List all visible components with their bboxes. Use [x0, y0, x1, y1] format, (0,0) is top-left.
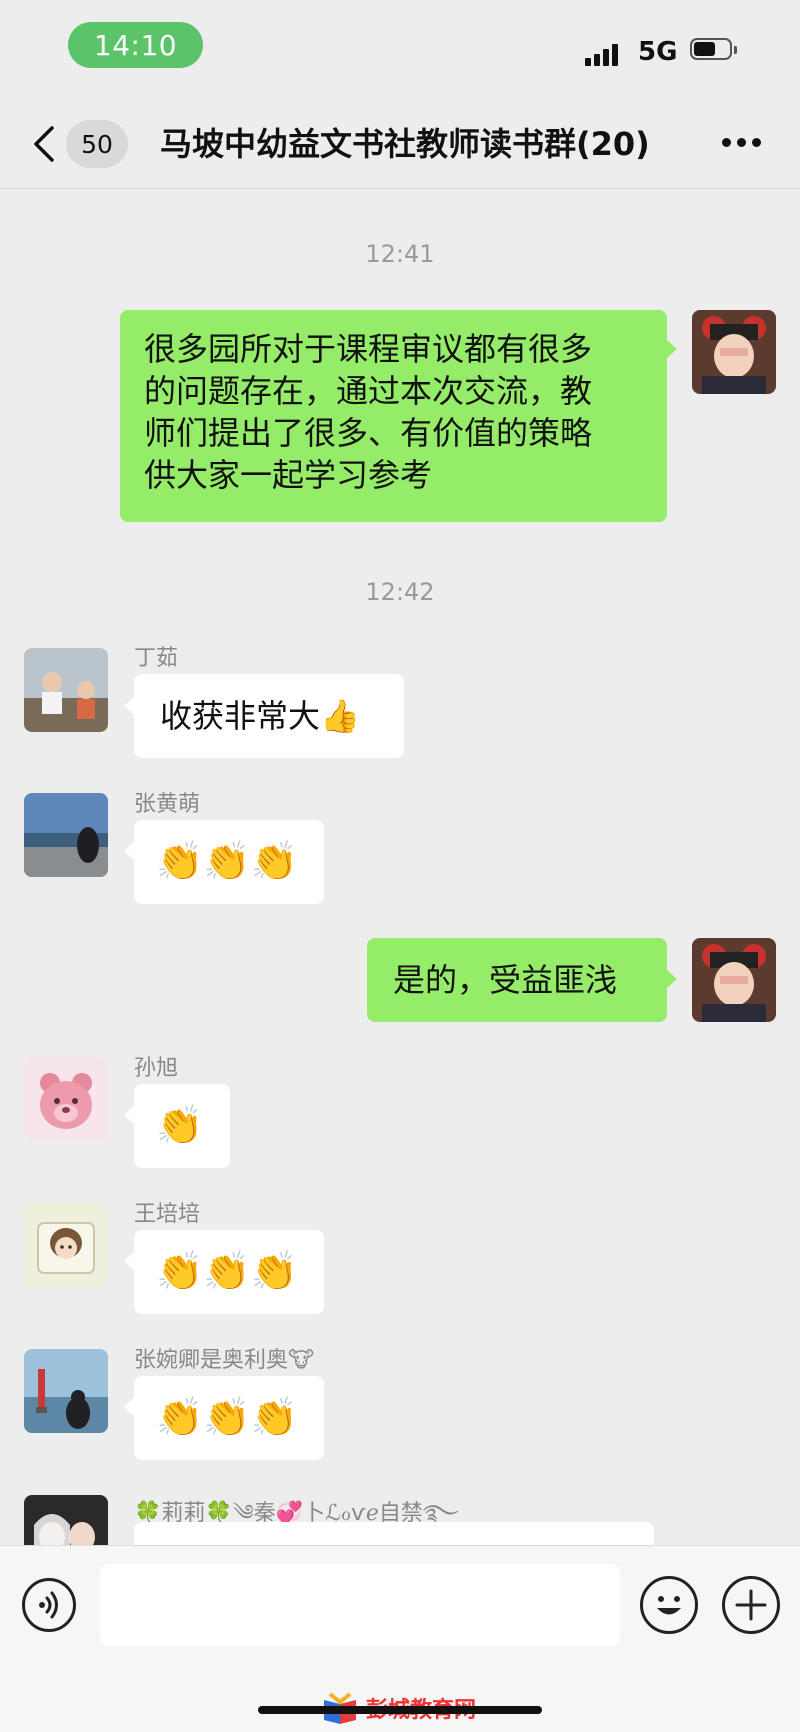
avatar-member[interactable]	[24, 1349, 108, 1433]
avatar-member[interactable]	[24, 648, 108, 732]
message-line: 供大家一起学习参考	[144, 456, 433, 494]
message-bubble-outgoing[interactable]: 是的，受益匪浅	[367, 938, 667, 1022]
bubble-tail	[124, 842, 134, 860]
plus-button[interactable]	[722, 1576, 780, 1634]
sender-name: 丁茹	[134, 646, 179, 671]
voice-icon	[39, 1591, 58, 1619]
timestamp: 12:42	[365, 578, 435, 606]
bubble-tail	[667, 970, 677, 988]
bubble-tail	[124, 1106, 134, 1124]
message-bubble-outgoing[interactable]: 很多园所对于课程审议都有很多 的问题存在，通过本次交流，教 师们提出了很多、有价…	[120, 310, 667, 522]
message-bubble-incoming[interactable]: 收获非常大👍	[134, 674, 404, 758]
message-bubble-incoming[interactable]: 👏👏👏	[134, 1376, 324, 1460]
chevron-left-icon	[34, 126, 54, 162]
home-indicator[interactable]	[258, 1706, 542, 1714]
clap-emoji: 👏👏👏	[156, 839, 298, 883]
bubble-tail	[667, 340, 677, 358]
avatar-member[interactable]	[24, 1203, 108, 1287]
back-button[interactable]	[28, 122, 62, 166]
voice-button[interactable]	[22, 1578, 76, 1632]
timestamp: 12:41	[365, 240, 435, 268]
more-dots-icon	[722, 138, 731, 147]
status-time: 14:10	[68, 22, 203, 68]
emoji-icon	[657, 1596, 681, 1615]
avatar-self[interactable]	[692, 310, 776, 394]
sender-name: 张婉卿是奥利奥🐮	[134, 1348, 315, 1373]
sender-name: 张黄萌	[134, 792, 201, 817]
clap-emoji: 👏👏👏	[156, 1395, 298, 1439]
message-bubble-incoming[interactable]: 👏👏👏	[134, 820, 324, 904]
message-input[interactable]	[100, 1564, 620, 1646]
sender-name: 王培培	[134, 1202, 201, 1227]
unread-count-badge[interactable]: 50	[66, 120, 128, 168]
message-bubble-incoming[interactable]: 👏👏👏	[134, 1230, 324, 1314]
group-title: 马坡中幼益文书社教师读书群(20)	[160, 125, 650, 163]
clap-emoji: 👏	[156, 1103, 204, 1147]
network-type: 5G	[638, 37, 678, 67]
message-line: 的问题存在，通过本次交流，教	[144, 372, 593, 410]
chat-header: 50 马坡中幼益文书社教师读书群(20)	[0, 100, 800, 189]
bubble-tail	[124, 697, 134, 715]
signal-icon	[585, 38, 625, 66]
message-line: 很多园所对于课程审议都有很多	[144, 330, 593, 368]
more-button[interactable]	[722, 138, 762, 150]
emoji-button[interactable]	[640, 1576, 698, 1634]
clap-emoji: 👏👏👏	[156, 1249, 298, 1293]
bubble-tail	[124, 1398, 134, 1416]
bubble-tail	[124, 1252, 134, 1270]
message-bubble-incoming[interactable]: 👏	[134, 1084, 230, 1168]
plus-icon	[735, 1589, 767, 1621]
status-bar: 14:10 5G	[0, 0, 800, 100]
message-line: 师们提出了很多、有价值的策略	[144, 414, 593, 452]
avatar-member[interactable]	[24, 793, 108, 877]
sender-name: 孙旭	[134, 1056, 179, 1081]
avatar-self[interactable]	[692, 938, 776, 1022]
battery-icon	[690, 38, 738, 64]
avatar-member[interactable]	[24, 1057, 108, 1141]
